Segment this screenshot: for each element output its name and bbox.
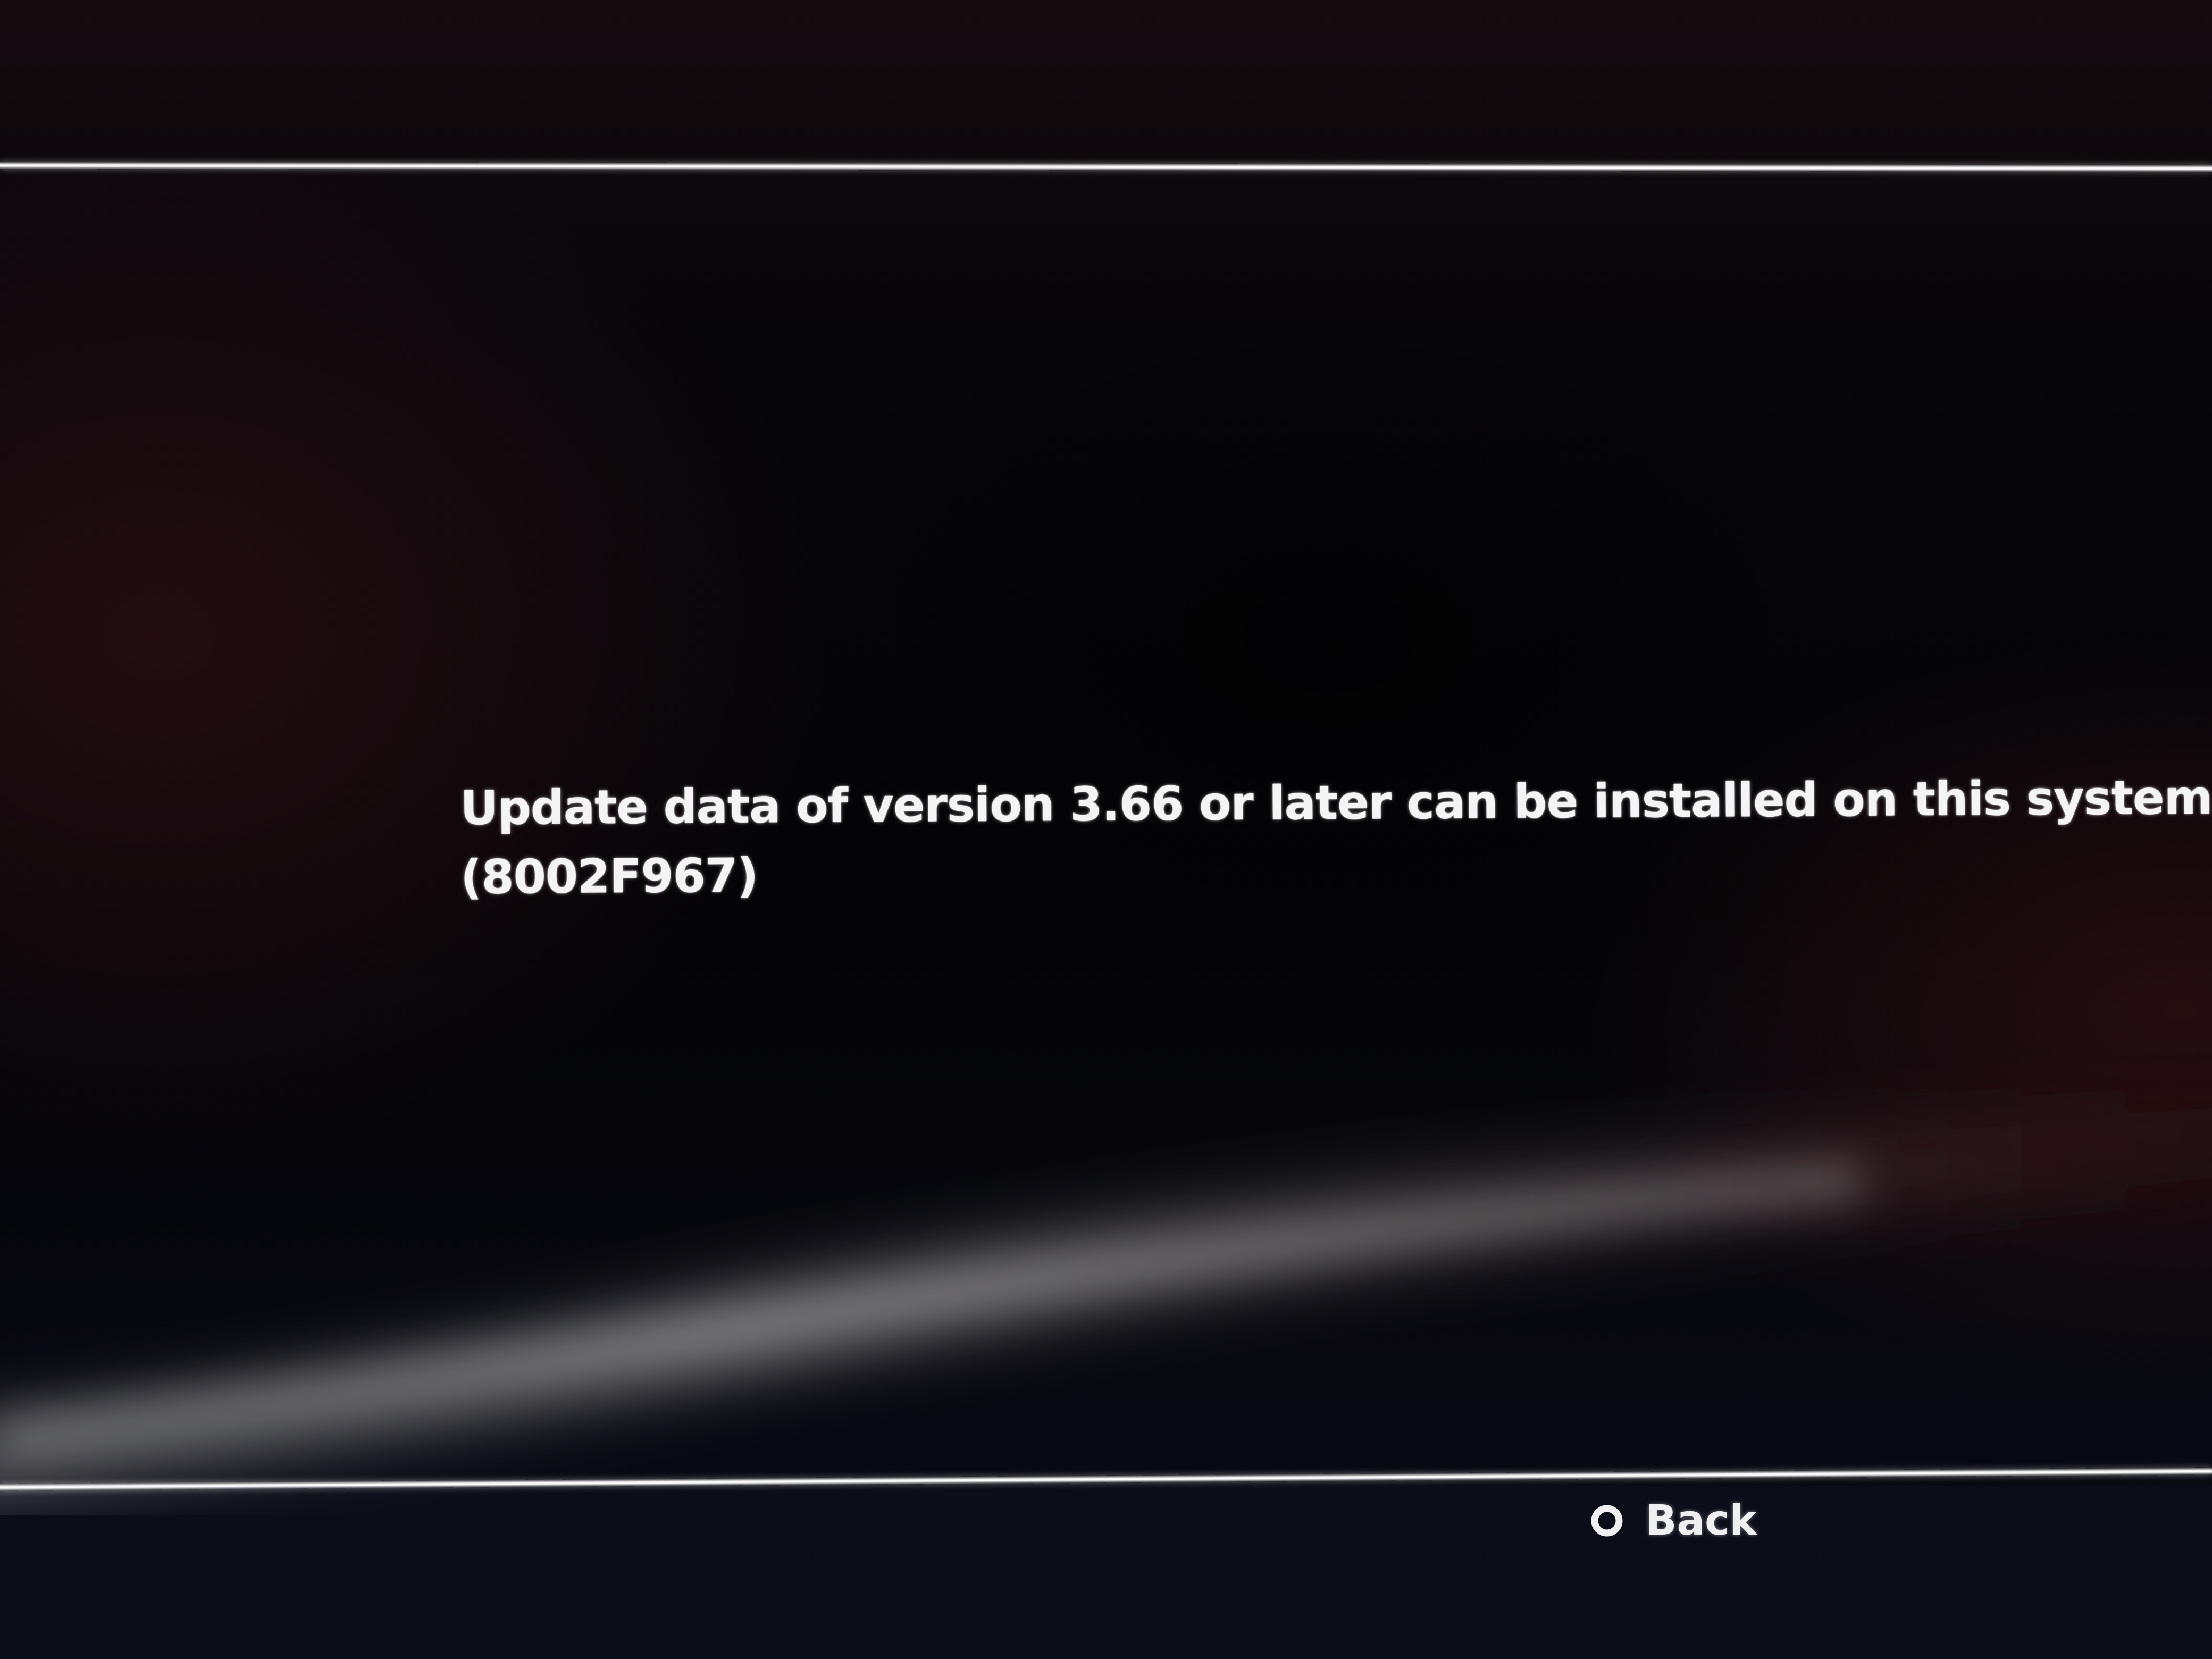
background-wave	[0, 1037, 2212, 1515]
bottom-band	[0, 1486, 2212, 1659]
back-label: Back	[1645, 1497, 1757, 1545]
error-message: Update data of version 3.66 or later can…	[460, 764, 2212, 912]
back-button[interactable]: Back	[1590, 1489, 1757, 1553]
error-code: (8002F967)	[460, 848, 758, 904]
ps3-error-screen: Update data of version 3.66 or later can…	[0, 0, 2212, 1659]
top-band	[0, 0, 2212, 165]
circle-button-icon	[1591, 1505, 1623, 1537]
error-message-text: Update data of version 3.66 or later can…	[460, 769, 2212, 835]
